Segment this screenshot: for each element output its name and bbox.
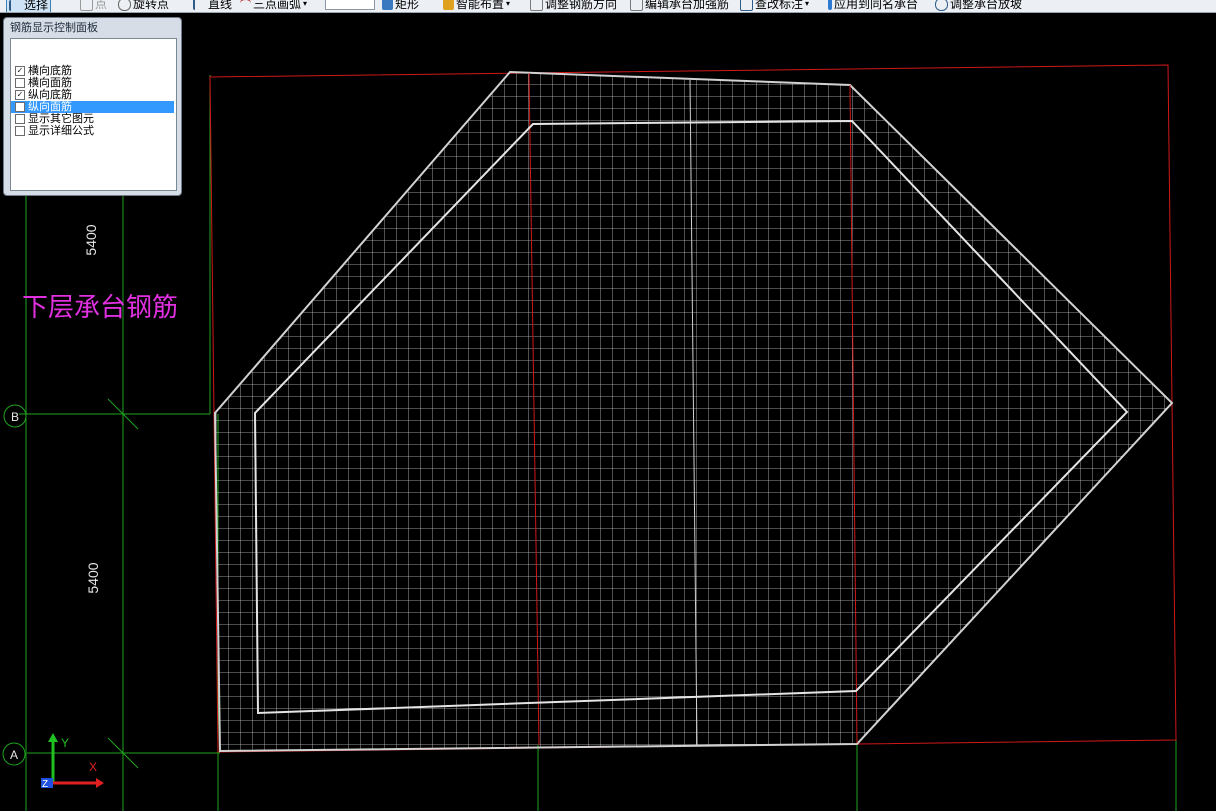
- rotate-point-icon: [118, 0, 131, 11]
- rectangle-icon: [382, 0, 393, 10]
- checkbox[interactable]: ✓: [15, 90, 25, 100]
- line-button[interactable]: 直线: [193, 0, 232, 11]
- arc-options-field[interactable]: [325, 0, 375, 10]
- panel-option-list[interactable]: ✓ 横向底筋 横向面筋 ✓ 纵向底筋 纵向面筋 显示其它图元 显示详细公式: [10, 38, 177, 191]
- dimension-label-upper: 5400: [83, 224, 99, 255]
- chevron-down-icon[interactable]: ▾: [506, 0, 510, 11]
- adjust-slope-button[interactable]: 调整承台放坡: [935, 0, 1022, 11]
- edit-dimension-icon: [740, 0, 753, 11]
- arc-button[interactable]: 三点画弧 ▾: [240, 0, 307, 11]
- select-button[interactable]: 选择: [6, 0, 52, 12]
- apply-same-name-button[interactable]: 应用到同名承台: [828, 0, 918, 11]
- rebar-direction-icon: [530, 0, 543, 11]
- checkbox[interactable]: [15, 78, 25, 88]
- checkbox[interactable]: ✓: [15, 66, 25, 76]
- point-button[interactable]: 点: [80, 0, 107, 11]
- smart-place-icon: [443, 0, 454, 10]
- chevron-down-icon[interactable]: ▾: [805, 0, 809, 11]
- option-show-detailed-formula[interactable]: 显示详细公式: [11, 125, 176, 137]
- drawing-canvas[interactable]: 5400 5400 B A 下层承台钢筋 Y X Z: [0, 13, 1216, 811]
- rectangle-button[interactable]: 矩形: [382, 0, 419, 11]
- edit-rebar-button[interactable]: 编辑承台加强筋: [630, 0, 729, 11]
- rotate-point-button[interactable]: 旋转点: [118, 0, 169, 11]
- toolbar: 选择 点 旋转点 直线 三点画弧 ▾ 矩形 智能布置 ▾ 调整钢筋方向 编辑承台…: [0, 0, 1216, 13]
- panel-title: 钢筋显示控制面板: [10, 21, 98, 34]
- ucs-z-label: Z: [42, 779, 48, 790]
- checkbox[interactable]: [15, 102, 25, 112]
- smart-place-button[interactable]: 智能布置 ▾: [443, 0, 510, 11]
- edit-rebar-icon: [630, 0, 643, 11]
- checkbox[interactable]: [15, 126, 25, 136]
- dimension-label-lower: 5400: [85, 562, 101, 593]
- checkbox[interactable]: [15, 114, 25, 124]
- apply-icon: [828, 0, 832, 10]
- ucs-y-label: Y: [61, 736, 69, 750]
- axis-label-a: A: [10, 748, 18, 762]
- ucs-x-label: X: [89, 760, 97, 774]
- edit-dimension-button[interactable]: 查改标注 ▾: [740, 0, 809, 11]
- chevron-down-icon[interactable]: ▾: [303, 0, 307, 11]
- point-icon: [80, 0, 93, 11]
- line-icon: [193, 0, 206, 10]
- slope-icon: [935, 0, 948, 11]
- rebar-direction-button[interactable]: 调整钢筋方向: [530, 0, 617, 11]
- arc-icon: [240, 0, 251, 11]
- select-arrow-icon: [9, 0, 22, 11]
- layer-label: 下层承台钢筋: [22, 293, 178, 323]
- axis-label-b: B: [11, 410, 19, 424]
- rebar-display-panel[interactable]: 钢筋显示控制面板 ✓ 横向底筋 横向面筋 ✓ 纵向底筋 纵向面筋 显示其它图元 …: [3, 17, 182, 196]
